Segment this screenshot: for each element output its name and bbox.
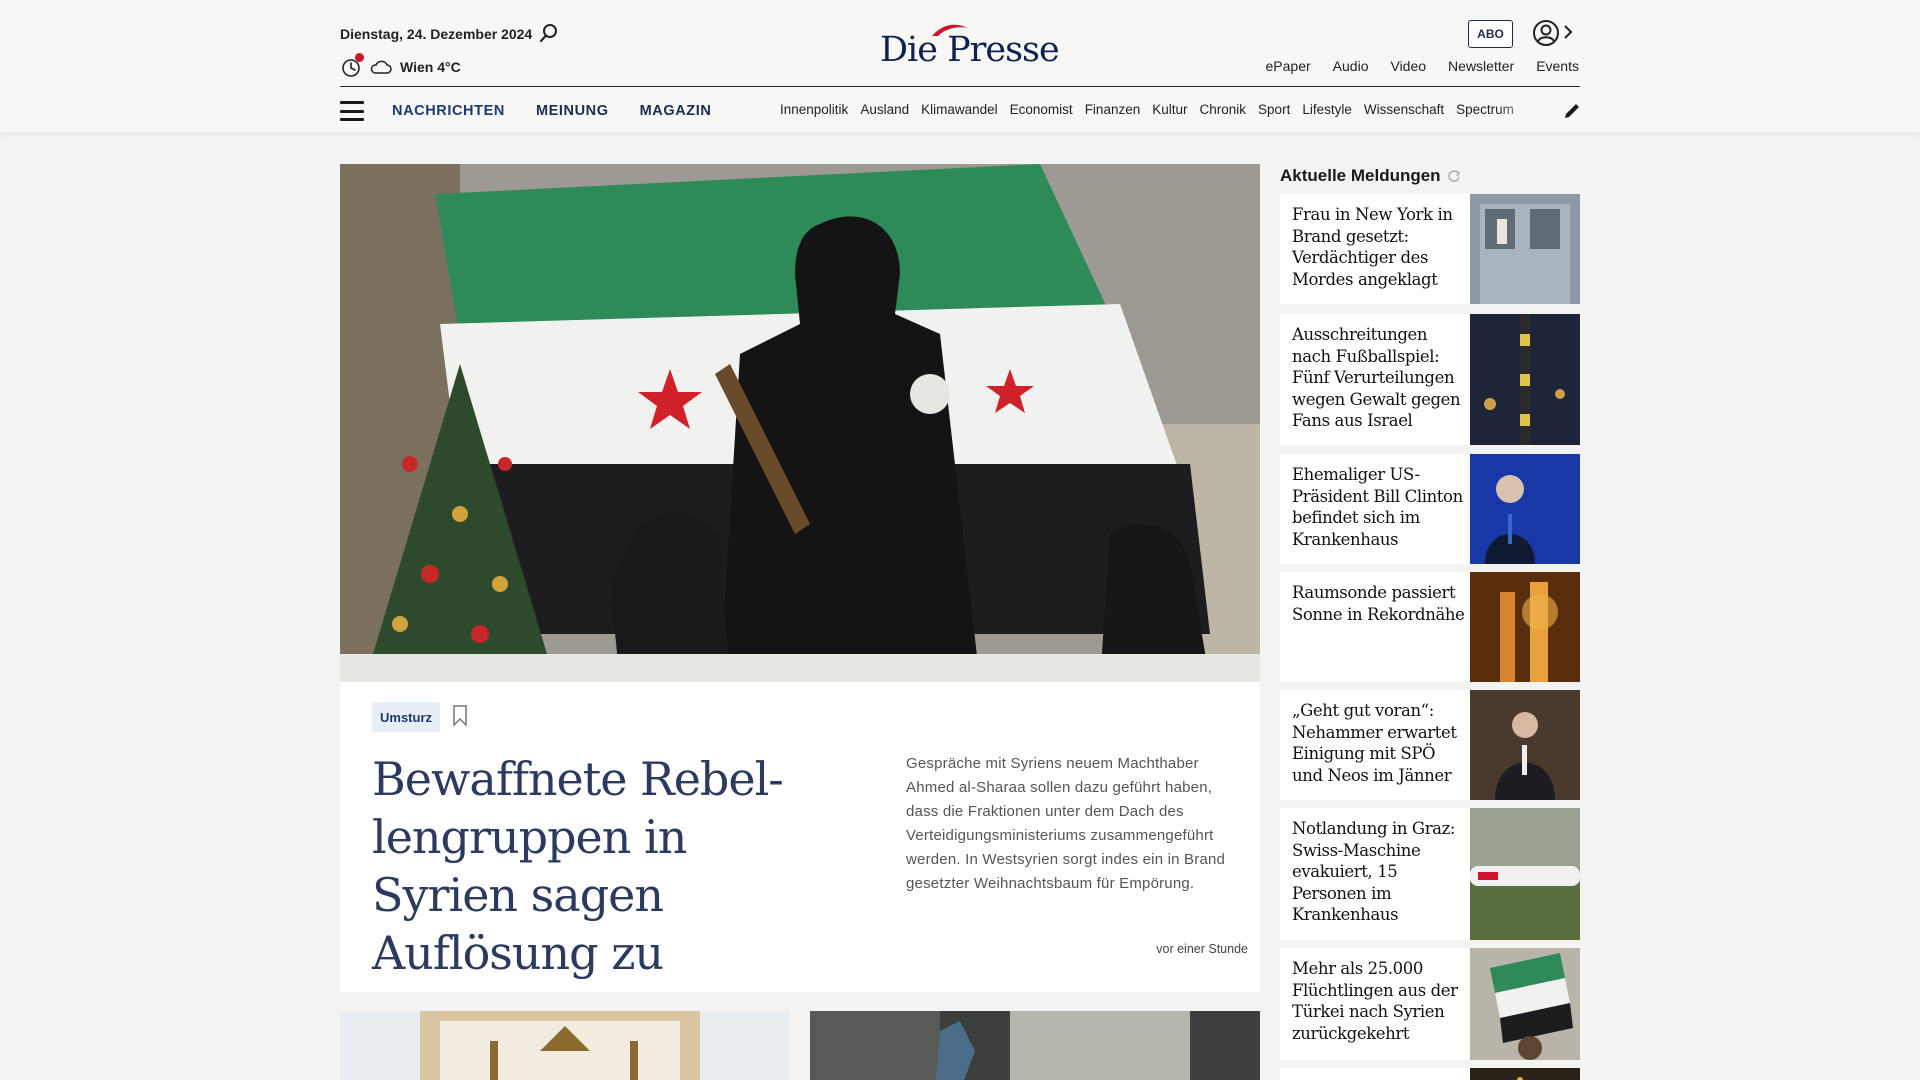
nav-economist[interactable]: Economist bbox=[1010, 102, 1073, 117]
article-card[interactable] bbox=[810, 1011, 1260, 1080]
list-item-text[interactable]: Ausschreitungen nach Fußballspiel: Fünf … bbox=[1292, 324, 1467, 432]
list-item-thumbnail[interactable] bbox=[1470, 948, 1580, 1060]
hero-article[interactable]: Umsturz Bewaffnete Rebel­lengruppen in S… bbox=[340, 164, 1260, 992]
hero-timestamp: vor einer Stunde bbox=[1156, 942, 1248, 956]
site-logo[interactable]: Die Presse bbox=[880, 24, 1060, 72]
list-item-text[interactable]: „Geht gut voran“: Nehammer erwartet Eini… bbox=[1292, 700, 1467, 786]
list-item-thumbnail[interactable] bbox=[1470, 1068, 1580, 1080]
sidebar-title-text: Aktuelle Meldungen bbox=[1280, 166, 1441, 185]
abo-button[interactable]: ABO bbox=[1468, 20, 1513, 48]
weather-text: Wien 4°C bbox=[400, 59, 461, 75]
nav-klimawandel[interactable]: Klimawandel bbox=[921, 102, 998, 117]
menu-icon[interactable] bbox=[340, 101, 364, 121]
list-item-thumbnail[interactable] bbox=[1470, 572, 1580, 682]
article-card-image[interactable] bbox=[340, 1011, 790, 1080]
list-item-text[interactable]: Notlandung in Graz: Swiss-Maschine evaku… bbox=[1292, 818, 1467, 926]
link-video[interactable]: Video bbox=[1390, 58, 1426, 74]
nav-nachrichten[interactable]: NACHRICHTEN bbox=[392, 103, 505, 119]
article-card[interactable] bbox=[340, 1011, 790, 1080]
list-item-thumbnail[interactable] bbox=[1470, 194, 1580, 304]
link-epaper[interactable]: ePaper bbox=[1266, 58, 1311, 74]
chevron-right-icon[interactable] bbox=[1562, 23, 1574, 41]
nav-magazin[interactable]: MAGAZIN bbox=[640, 103, 712, 119]
link-newsletter[interactable]: Newsletter bbox=[1448, 58, 1514, 74]
list-item[interactable]: Notlandung in Graz: Swiss-Maschine evaku… bbox=[1280, 808, 1580, 940]
refresh-icon[interactable] bbox=[1447, 169, 1461, 183]
article-card-image[interactable] bbox=[810, 1011, 1260, 1080]
nav-sport[interactable]: Sport bbox=[1258, 102, 1290, 117]
list-item-text[interactable]: Ehemaliger US-Präsident Bill Clinton bef… bbox=[1292, 464, 1467, 550]
notification-dot bbox=[355, 53, 364, 62]
list-item-text[interactable]: Frau in New York in Brand gesetzt: Verdä… bbox=[1292, 204, 1467, 290]
link-audio[interactable]: Audio bbox=[1333, 58, 1369, 74]
current-date: Dienstag, 24. Dezember 2024 bbox=[340, 26, 533, 42]
list-item[interactable]: Ehemaliger US-Präsident Bill Clinton bef… bbox=[1280, 454, 1580, 564]
link-events[interactable]: Events bbox=[1536, 58, 1579, 74]
nav-fade bbox=[1495, 96, 1545, 126]
darkmode-toggle-icon[interactable] bbox=[340, 53, 364, 78]
list-item[interactable] bbox=[1280, 1068, 1580, 1080]
top-links: ePaper Audio Video Newsletter Events bbox=[1266, 58, 1579, 74]
bookmark-icon[interactable] bbox=[452, 705, 468, 727]
sidebar-title: Aktuelle Meldungen bbox=[1280, 166, 1461, 186]
logo-text: Die Presse bbox=[880, 30, 1060, 70]
hero-teaser: Gespräche mit Syriens neuem Machthaber A… bbox=[906, 755, 1226, 892]
list-item-thumbnail[interactable] bbox=[1470, 314, 1580, 445]
list-item-text[interactable]: Raumsonde passiert Sonne in Rekordnähe bbox=[1292, 582, 1467, 625]
cloud-icon bbox=[370, 60, 392, 74]
user-account-icon[interactable] bbox=[1532, 19, 1560, 47]
nav-innenpolitik[interactable]: Innenpolitik bbox=[780, 102, 848, 117]
list-item[interactable]: Ausschreitungen nach Fußballspiel: Fünf … bbox=[1280, 314, 1580, 445]
nav-subcategories: Innenpolitik Ausland Klimawandel Economi… bbox=[780, 102, 1540, 117]
main-navigation: NACHRICHTEN MEINUNG MAGAZIN Innenpolitik… bbox=[340, 96, 1580, 126]
nav-wissenschaft[interactable]: Wissenschaft bbox=[1364, 102, 1444, 117]
list-item-thumbnail[interactable] bbox=[1470, 690, 1580, 800]
list-item[interactable]: Raumsonde passiert Sonne in Rekordnähe bbox=[1280, 572, 1580, 682]
nav-sections: NACHRICHTEN MEINUNG MAGAZIN bbox=[392, 103, 711, 119]
pencil-icon[interactable] bbox=[1562, 101, 1582, 121]
list-item-thumbnail[interactable] bbox=[1470, 454, 1580, 564]
nav-lifestyle[interactable]: Lifestyle bbox=[1302, 102, 1352, 117]
nav-chronik[interactable]: Chronik bbox=[1200, 102, 1247, 117]
weather-widget[interactable]: Wien 4°C bbox=[340, 53, 461, 78]
nav-meinung[interactable]: MEINUNG bbox=[536, 103, 609, 119]
hero-image[interactable] bbox=[340, 164, 1260, 682]
nav-finanzen[interactable]: Finanzen bbox=[1085, 102, 1141, 117]
list-item-text[interactable]: Mehr als 25.000 Flüchtlingen aus der Tür… bbox=[1292, 958, 1467, 1044]
list-item-thumbnail[interactable] bbox=[1470, 808, 1580, 940]
list-item[interactable]: Frau in New York in Brand gesetzt: Verdä… bbox=[1280, 194, 1580, 304]
hero-headline[interactable]: Bewaffnete Rebel­lengruppen in Syrien sa… bbox=[372, 750, 832, 982]
list-item[interactable]: „Geht gut voran“: Nehammer erwartet Eini… bbox=[1280, 690, 1580, 800]
list-item[interactable]: Mehr als 25.000 Flüchtlingen aus der Tür… bbox=[1280, 948, 1580, 1060]
nav-ausland[interactable]: Ausland bbox=[860, 102, 909, 117]
nav-kultur[interactable]: Kultur bbox=[1152, 102, 1187, 117]
site-header: Dienstag, 24. Dezember 2024 Wien 4°C Die… bbox=[0, 0, 1920, 132]
search-icon[interactable] bbox=[538, 22, 560, 44]
article-tag[interactable]: Umsturz bbox=[372, 702, 441, 732]
header-divider bbox=[340, 86, 1580, 87]
